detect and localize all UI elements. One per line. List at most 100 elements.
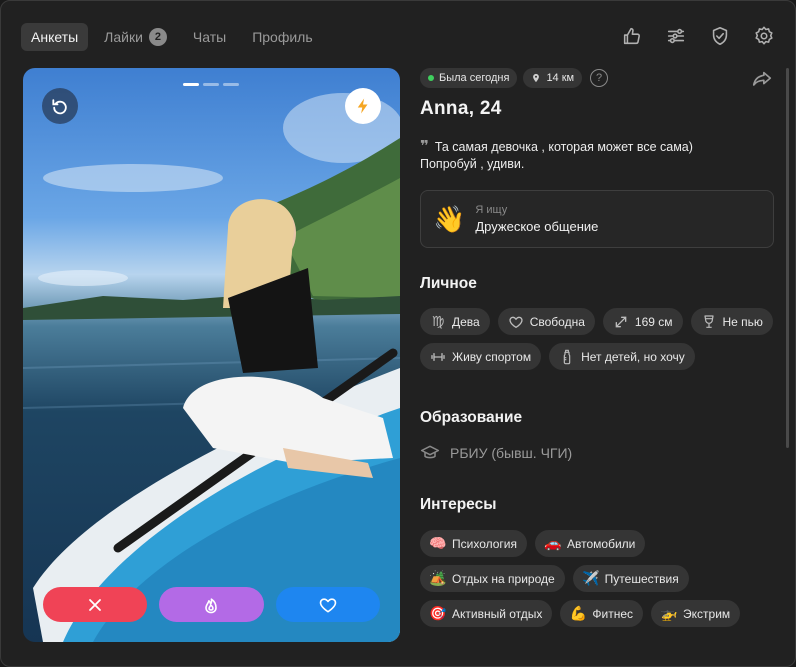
quote-icon: ❞ xyxy=(420,138,429,155)
drinking-text: Не пью xyxy=(722,314,763,329)
interest-travel: ✈️ Путешествия xyxy=(572,565,689,592)
dislike-button[interactable] xyxy=(43,587,148,622)
expand-arrows-icon xyxy=(613,314,629,330)
super-like-button[interactable] xyxy=(159,587,264,622)
gear-icon[interactable] xyxy=(753,25,775,47)
camping-icon: 🏕️ xyxy=(429,570,447,586)
pager-dot[interactable] xyxy=(223,83,239,86)
interest-label: Экстрим xyxy=(683,606,731,621)
interest-label: Фитнес xyxy=(592,606,634,621)
sliders-icon[interactable] xyxy=(665,25,687,47)
location-pin-icon xyxy=(533,73,540,83)
bio-line-1: Та самая девочка , которая может все сам… xyxy=(434,140,693,154)
interest-nature: 🏕️ Отдых на природе xyxy=(420,565,565,592)
target-icon: 🎯 xyxy=(429,605,447,621)
looking-for-card: 👋 Я ищу Дружеское общение xyxy=(420,190,774,248)
photo-scene xyxy=(23,93,400,642)
helicopter-icon: 🚁 xyxy=(660,605,678,621)
sport-text: Живу спортом xyxy=(452,349,532,364)
top-nav: Анкеты Лайки 2 Чаты Профиль xyxy=(21,23,323,51)
online-status-badge: Была сегодня xyxy=(420,68,518,88)
pager-dot[interactable] xyxy=(203,83,219,86)
brain-icon: 🧠 xyxy=(429,535,447,551)
education-item: РБИУ (бывш. ЧГИ) xyxy=(420,443,774,463)
interest-chips: 🧠 Психология 🚗 Автомобили 🏕️ Отдых на приро… xyxy=(420,530,774,627)
boost-button[interactable] xyxy=(345,88,381,124)
interest-label: Путешествия xyxy=(604,571,679,586)
photo-pager xyxy=(183,83,239,86)
interest-fitness: 💪 Фитнес xyxy=(560,600,644,627)
shield-check-icon[interactable] xyxy=(709,25,731,47)
interest-active: 🎯 Активный отдых xyxy=(420,600,553,627)
profile-photo[interactable] xyxy=(23,68,400,642)
interest-extreme: 🚁 Экстрим xyxy=(651,600,741,627)
profile-meta: Была сегодня 14 км ? xyxy=(420,68,774,88)
online-dot xyxy=(428,75,434,81)
undo-icon xyxy=(52,99,67,115)
section-education-title: Образование xyxy=(420,409,523,426)
zodiac-chip: ♍ Дева xyxy=(420,308,490,335)
interest-label: Психология xyxy=(452,536,517,551)
profile-bio: ❞ Та самая девочка , которая может все са… xyxy=(420,138,774,173)
relationship-chip: Свободна xyxy=(497,308,595,335)
profile-info: Была сегодня 14 км ? Anna, 24 ❞ Та самая … xyxy=(420,68,774,627)
education-text: РБИУ (бывш. ЧГИ) xyxy=(450,445,573,461)
distance-badge: 14 км xyxy=(523,68,583,88)
airplane-icon: ✈️ xyxy=(581,570,600,586)
heart-icon xyxy=(319,597,337,612)
zodiac-text: Дева xyxy=(452,314,480,329)
muscle-icon: 💪 xyxy=(569,605,588,621)
action-bar xyxy=(43,587,380,622)
interest-label: Автомобили xyxy=(567,536,636,551)
interest-psychology: 🧠 Психология xyxy=(420,530,527,557)
undo-button[interactable] xyxy=(42,88,78,124)
app-window: Анкеты Лайки 2 Чаты Профиль Была сегодня… xyxy=(0,0,796,667)
wine-glass-icon xyxy=(701,314,717,330)
waving-hand-icon: 👋 xyxy=(433,204,466,234)
tab-profiles-label: Анкеты xyxy=(31,29,79,45)
looking-for-value: Дружеское общение xyxy=(475,219,599,234)
tab-likes-label: Лайки xyxy=(104,29,143,45)
virgo-icon: ♍ xyxy=(431,313,445,329)
thumbs-up-icon[interactable] xyxy=(621,25,643,47)
top-icons xyxy=(621,25,775,47)
height-chip: 169 см xyxy=(602,308,683,335)
interest-label: Отдых на природе xyxy=(452,571,555,586)
graduation-cap-icon xyxy=(420,445,440,459)
share-icon[interactable] xyxy=(750,68,774,90)
heart-outline-icon xyxy=(508,314,524,330)
tab-chats-label: Чаты xyxy=(192,29,227,45)
distance-text: 14 км xyxy=(546,72,575,84)
relationship-text: Свободна xyxy=(529,314,585,329)
profile-name: Anna, 24 xyxy=(420,98,502,119)
height-text: 169 см xyxy=(634,314,673,329)
online-status-text: Была сегодня xyxy=(439,72,510,84)
dumbbell-icon xyxy=(430,349,446,365)
tab-likes[interactable]: Лайки 2 xyxy=(94,23,177,51)
baby-bottle-icon xyxy=(559,349,575,365)
fire-icon xyxy=(205,597,218,613)
tab-profile[interactable]: Профиль xyxy=(242,23,322,51)
close-icon xyxy=(89,598,102,611)
pager-dot-active[interactable] xyxy=(183,83,199,86)
section-personal-title: Личное xyxy=(420,275,477,292)
help-icon[interactable]: ? xyxy=(590,69,609,87)
section-interests-title: Интересы xyxy=(420,496,497,513)
car-icon: 🚗 xyxy=(544,535,562,551)
kids-text: Нет детей, но хочу xyxy=(581,349,685,364)
personal-chips: ♍ Дева Свободна 169 см Не пью Живу спорт… xyxy=(420,308,774,370)
sport-chip: Живу спортом xyxy=(420,343,542,370)
scrollbar[interactable] xyxy=(786,68,789,448)
bio-line-2: Попробуй , удиви. xyxy=(420,157,525,171)
like-button[interactable] xyxy=(275,587,380,622)
interest-label: Активный отдых xyxy=(452,606,543,621)
tab-chats[interactable]: Чаты xyxy=(183,23,236,51)
tab-profiles[interactable]: Анкеты xyxy=(21,23,89,51)
interest-cars: 🚗 Автомобили xyxy=(535,530,646,557)
drinking-chip: Не пью xyxy=(690,308,773,335)
lightning-icon xyxy=(357,98,368,114)
looking-for-label: Я ищу xyxy=(475,204,508,216)
kids-chip: Нет детей, но хочу xyxy=(549,343,695,370)
likes-count-badge: 2 xyxy=(148,28,167,46)
tab-profile-label: Профиль xyxy=(252,29,313,45)
